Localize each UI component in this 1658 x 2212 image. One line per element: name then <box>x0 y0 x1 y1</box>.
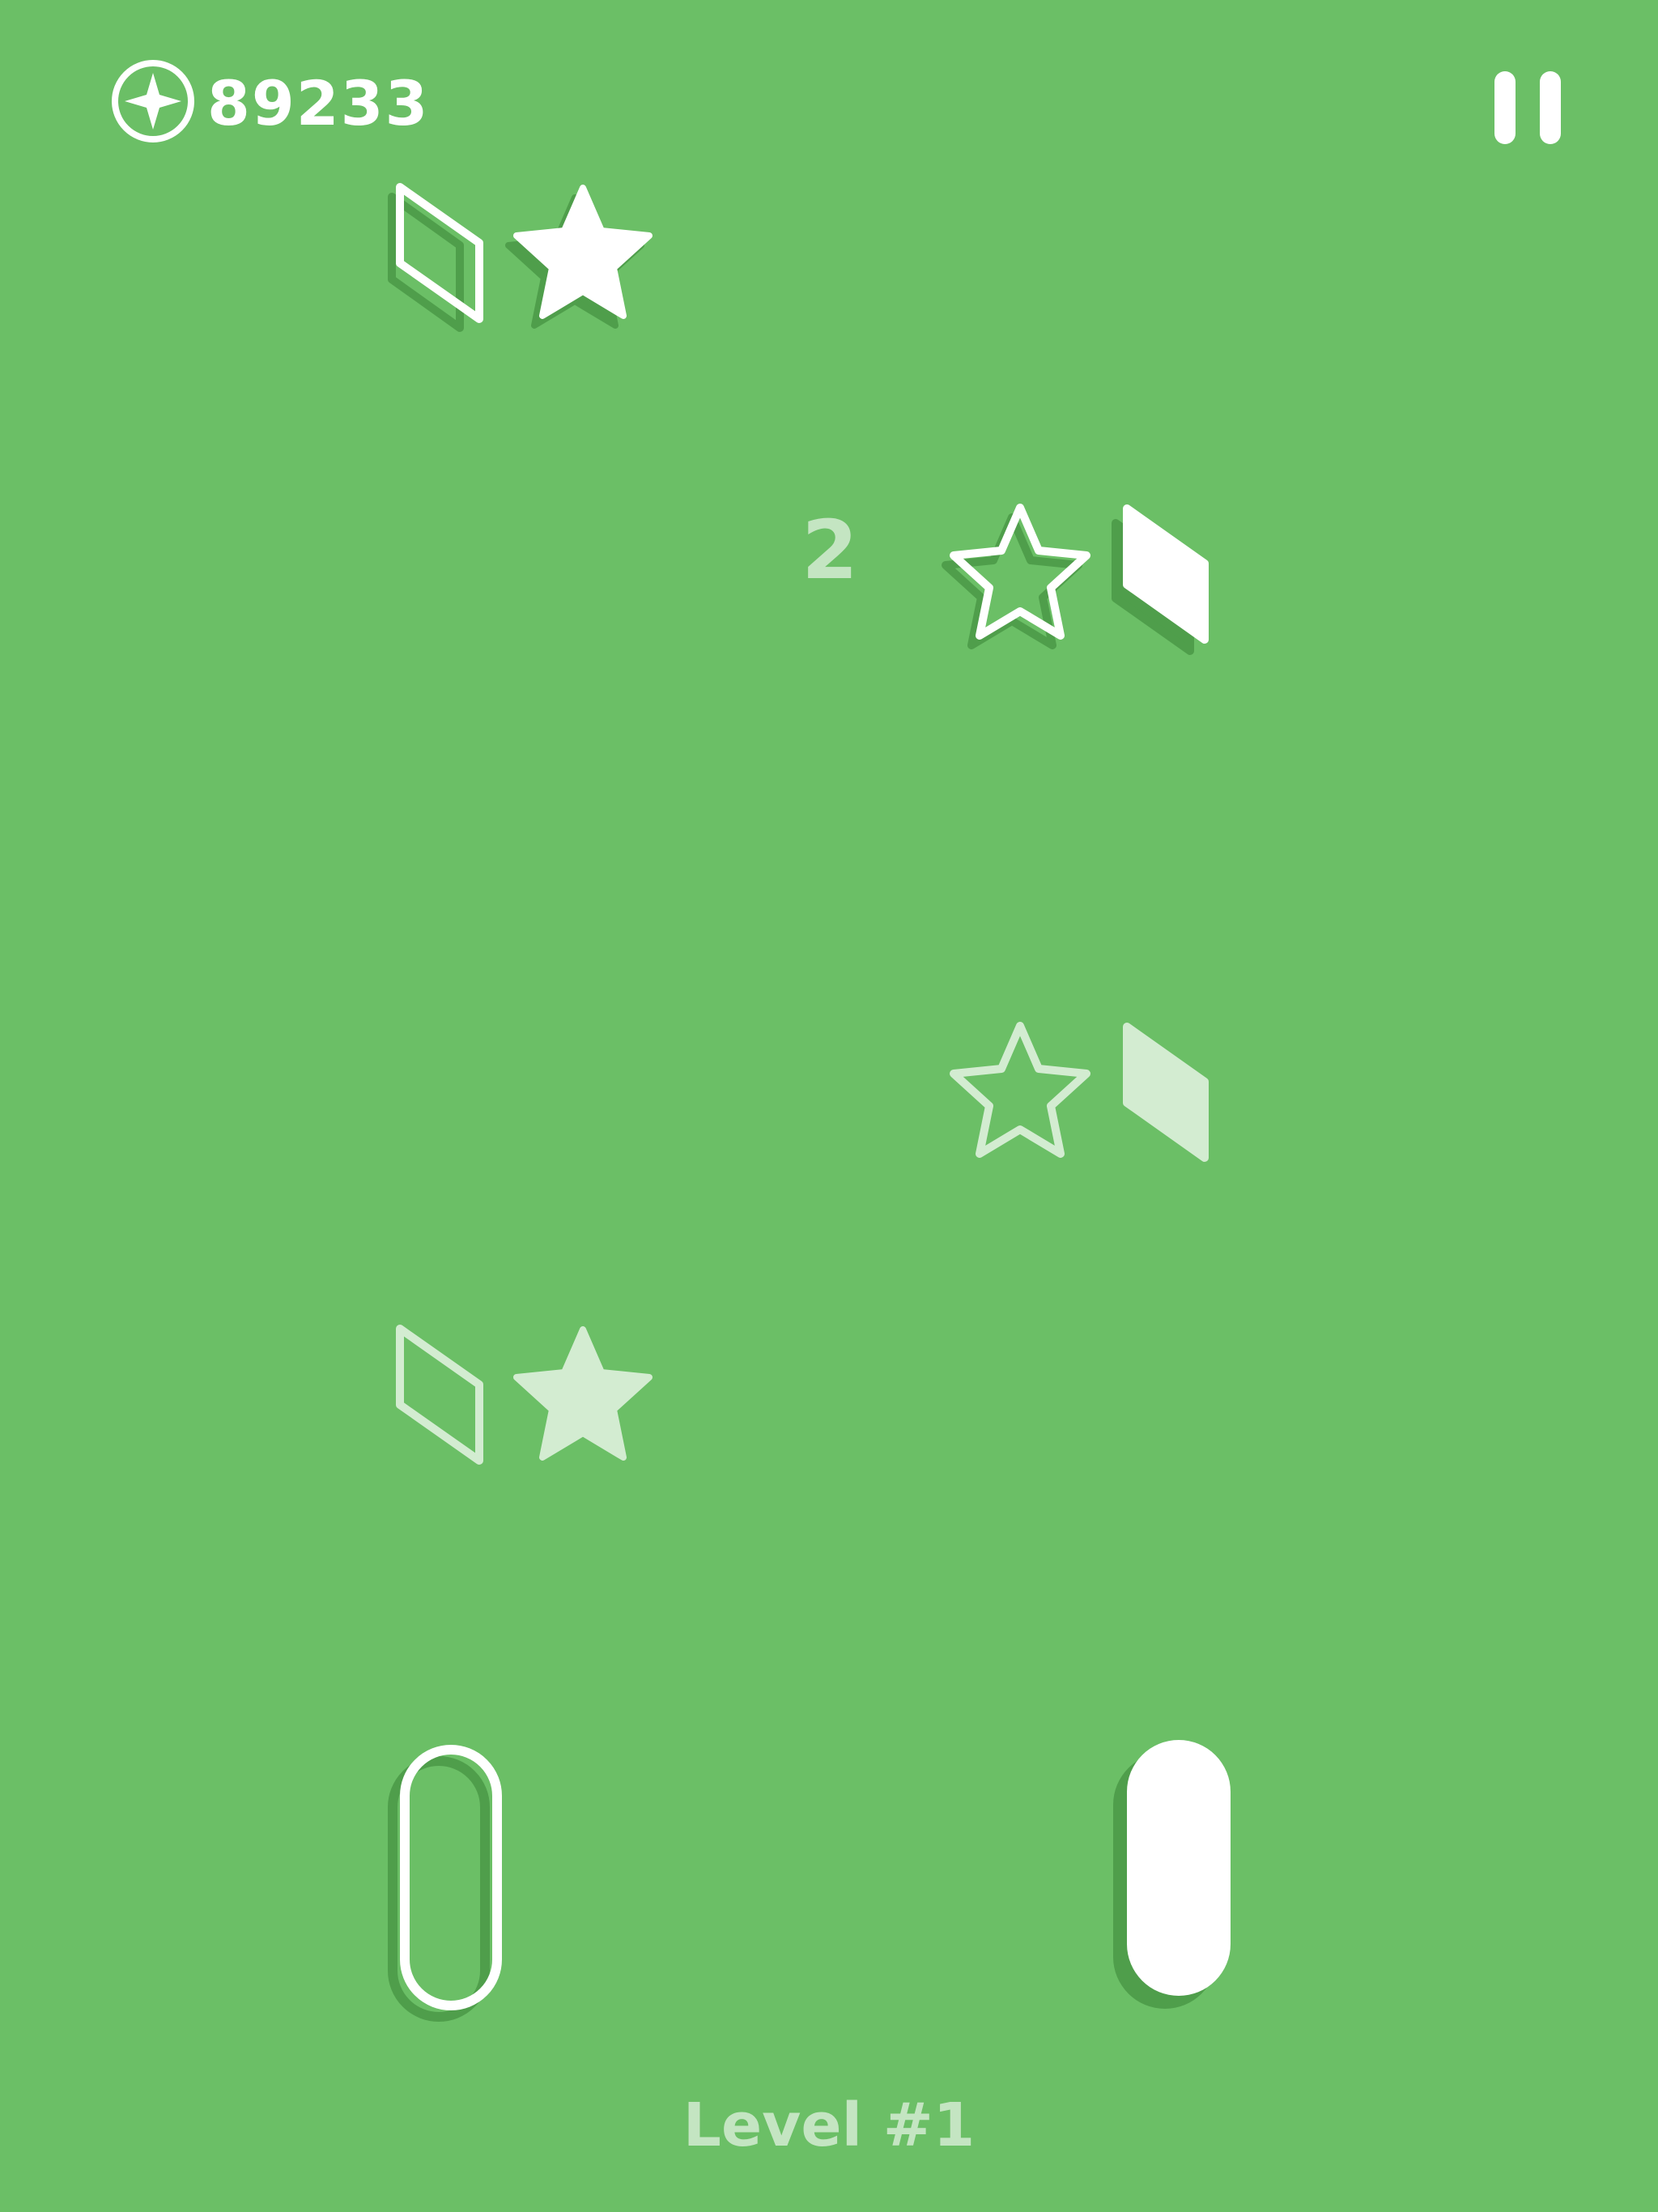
parallelogram-filled-faded-shape <box>1123 1023 1209 1162</box>
left-paddle[interactable] <box>380 1741 518 2032</box>
coin-count: 89233 <box>207 67 430 139</box>
star-filled-shape <box>505 185 653 329</box>
game-screen: 89233 2 Level #1 <box>0 0 1658 2212</box>
right-paddle[interactable] <box>1105 1733 1251 2024</box>
pause-icon <box>1494 71 1516 144</box>
level-label: Level #1 <box>682 2091 976 2160</box>
pause-icon-bar <box>1540 71 1561 144</box>
combo-counter: 2 <box>801 503 858 598</box>
parallelogram-outline-faded-shape <box>396 1325 483 1465</box>
parallelogram-filled-shape <box>1112 504 1209 655</box>
parallelogram-outline-shape <box>388 183 483 332</box>
coin-sparkle-icon <box>112 60 194 143</box>
star-filled-faded-shape <box>513 1326 653 1461</box>
star-outline-faded-shape <box>950 1022 1090 1158</box>
star-outline-shape <box>942 504 1090 649</box>
pause-button[interactable] <box>1494 71 1562 149</box>
coin-counter: 89233 <box>108 57 529 146</box>
